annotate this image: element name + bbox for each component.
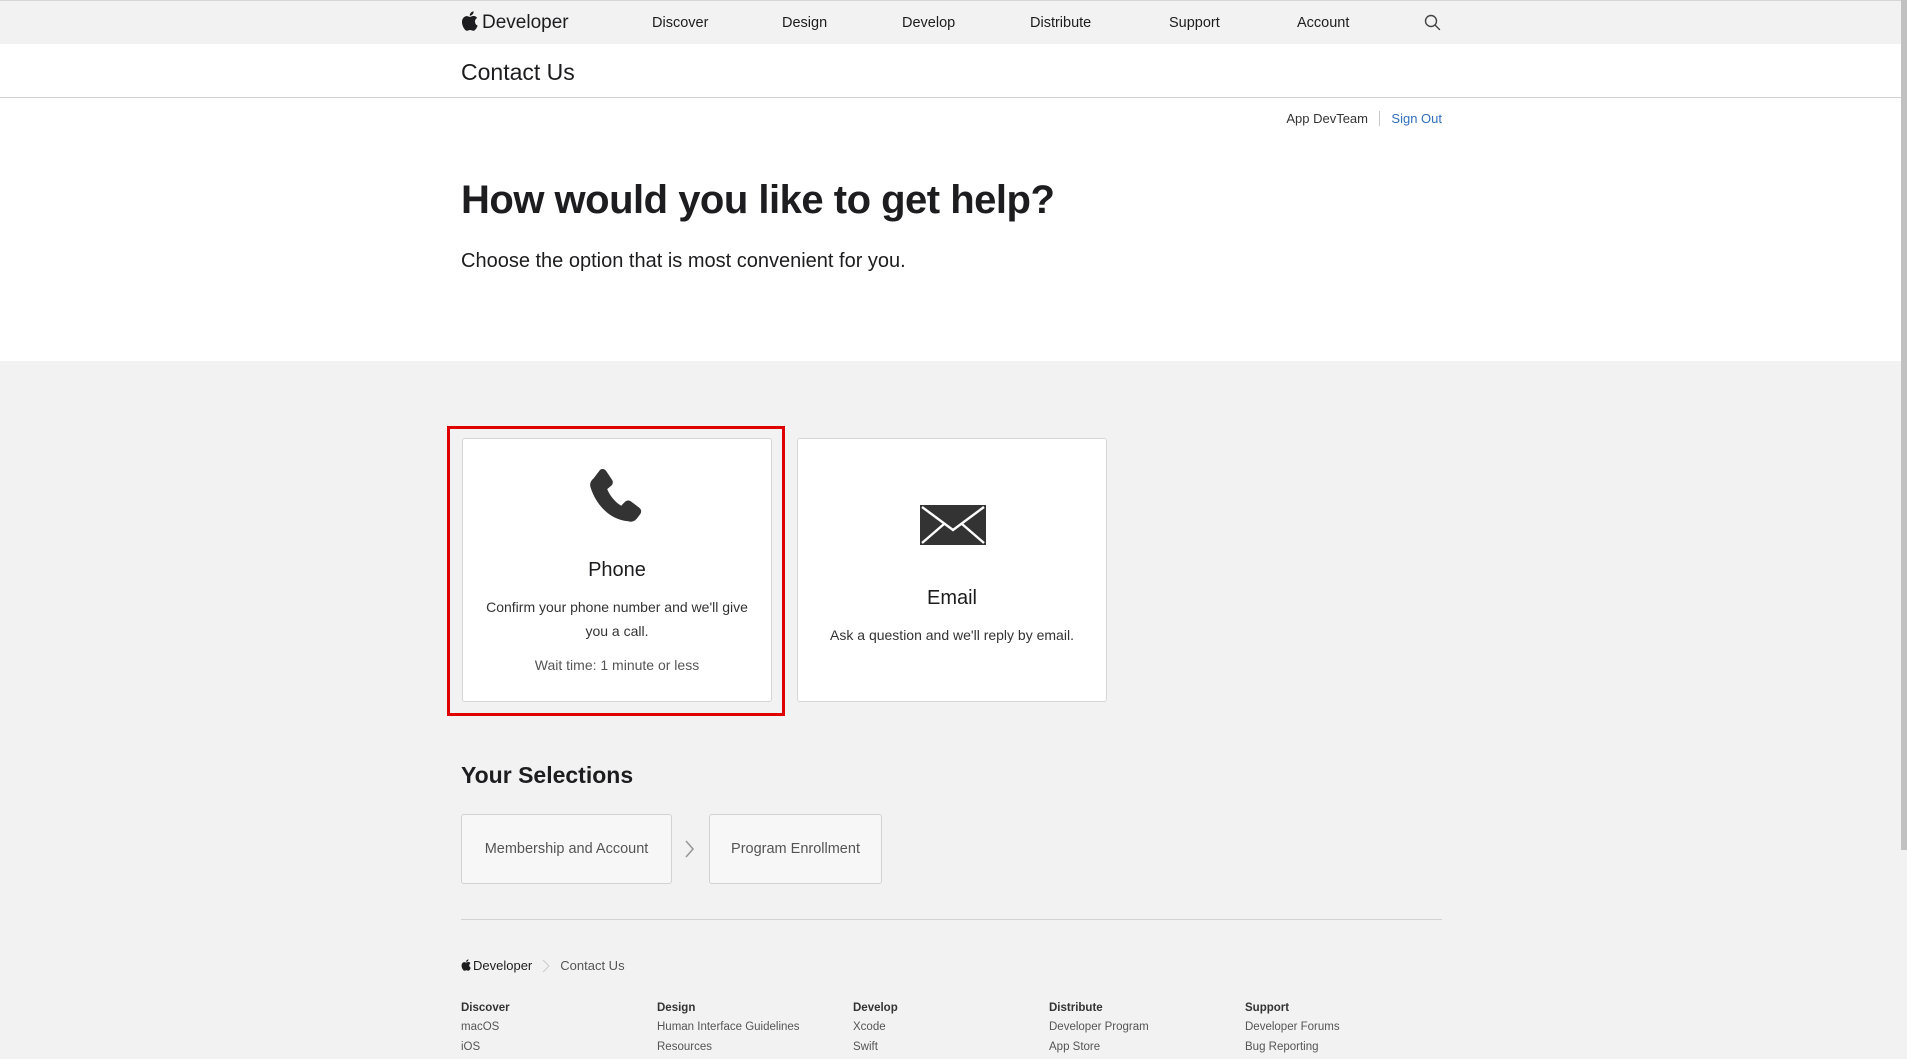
nav-design[interactable]: Design (782, 15, 827, 31)
phone-icon (590, 469, 642, 522)
nav-develop[interactable]: Develop (902, 15, 955, 31)
nav-distribute[interactable]: Distribute (1030, 15, 1091, 31)
footer-link[interactable]: Swift (853, 1039, 898, 1056)
footer-column-develop: Develop Xcode Swift (853, 1000, 898, 1059)
apple-logo-icon (462, 11, 478, 31)
local-nav: Contact Us (0, 44, 1907, 98)
selection-membership[interactable]: Membership and Account (461, 814, 672, 884)
footer-column-design: Design Human Interface Guidelines Resour… (657, 1000, 800, 1059)
footer-heading: Discover (461, 1002, 510, 1014)
footer-breadcrumb: Developer Contact Us (461, 958, 625, 973)
phone-description-line1: Confirm your phone number and we'll give (486, 599, 748, 615)
sign-out-link[interactable]: Sign Out (1391, 111, 1442, 126)
footer-link[interactable]: Human Interface Guidelines (657, 1019, 800, 1036)
account-bar: App DevTeam Sign Out (461, 111, 1442, 129)
envelope-icon (920, 505, 986, 545)
hero-title: How would you like to get help? (461, 178, 1055, 222)
footer-link[interactable]: Resources (657, 1039, 800, 1056)
nav-account[interactable]: Account (1297, 15, 1349, 31)
phone-title: Phone (588, 559, 646, 581)
nav-support[interactable]: Support (1169, 15, 1220, 31)
page-title: Contact Us (461, 59, 575, 85)
nav-discover[interactable]: Discover (652, 15, 708, 31)
developer-home-link[interactable]: Developer (461, 11, 569, 34)
footer-heading: Design (657, 1002, 696, 1014)
selection-program-enrollment[interactable]: Program Enrollment (709, 814, 882, 884)
email-option-card[interactable]: Email Ask a question and we'll reply by … (797, 438, 1107, 702)
separator (1379, 111, 1380, 126)
footer-heading: Support (1245, 1002, 1290, 1014)
chevron-right-icon (685, 840, 695, 858)
footer-heading: Distribute (1049, 1002, 1103, 1014)
email-description: Ask a question and we'll reply by email. (830, 627, 1074, 643)
footer-link[interactable]: Developer Forums (1245, 1019, 1340, 1036)
footer-heading: Develop (853, 1002, 898, 1014)
global-nav-inner: Developer Discover Design Develop Distri… (461, 1, 1442, 45)
footer-developer-link[interactable]: Developer (461, 958, 532, 973)
phone-description-line2: you a call. (585, 623, 649, 639)
global-nav: Developer Discover Design Develop Distri… (0, 0, 1907, 44)
phone-wait-time: Wait time: 1 minute or less (534, 657, 700, 673)
footer-link[interactable]: Developer Program (1049, 1019, 1149, 1036)
breadcrumb-chevron-icon (542, 959, 550, 972)
footer-link[interactable]: macOS (461, 1019, 510, 1036)
team-name: App DevTeam (1286, 111, 1368, 126)
footer-column-distribute: Distribute Developer Program App Store (1049, 1000, 1149, 1059)
breadcrumb-current: Contact Us (560, 958, 625, 973)
footer-column-support: Support Developer Forums Bug Reporting (1245, 1000, 1340, 1059)
footer-brand-label: Developer (473, 958, 533, 973)
hero-subtitle: Choose the option that is most convenien… (461, 250, 906, 272)
brand-label: Developer (482, 12, 569, 33)
footer-divider (461, 919, 1442, 920)
footer-column-discover: Discover macOS iOS (461, 1000, 510, 1059)
footer-link[interactable]: App Store (1049, 1039, 1149, 1056)
scrollbar[interactable] (1901, 0, 1907, 850)
footer-link[interactable]: Xcode (853, 1019, 898, 1036)
email-title: Email (926, 587, 977, 609)
footer-link[interactable]: Bug Reporting (1245, 1039, 1340, 1056)
apple-logo-icon (461, 958, 471, 971)
phone-option-card[interactable]: Phone Confirm your phone number and we'l… (462, 438, 772, 702)
search-icon[interactable] (1424, 14, 1441, 31)
footer-link[interactable]: iOS (461, 1039, 510, 1056)
selections-heading: Your Selections (461, 762, 634, 788)
